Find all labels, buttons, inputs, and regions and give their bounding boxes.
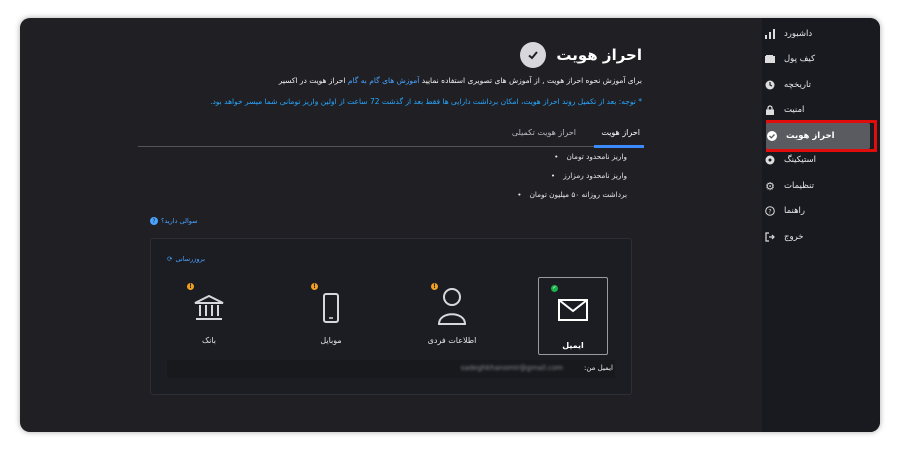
person-icon [437,288,467,325]
sidebar-item-verification[interactable]: احراز هویت [766,123,870,149]
check-circle-icon [766,130,778,142]
list-item: برداشت روزانه ۵۰ میلیون تومان [517,190,627,199]
my-email-label: ایمیل من: [583,364,613,372]
sidebar-item-security[interactable]: امنیت [764,99,872,121]
benefits-list: واریز نامحدود تومان واریز نامحدود رمزارز… [517,152,627,209]
sidebar-item-label: تنظیمات [784,181,814,191]
refresh-icon: ⟳ [167,255,173,263]
mobile-icon [323,293,339,323]
intro-prefix: برای آموزش نحوه احراز هویت , از آموزش ها… [421,76,642,85]
wallet-icon [764,53,776,65]
verified-check-icon: ✓ [551,285,558,292]
bar-chart-icon [764,28,776,40]
bank-tile[interactable]: ! بانک [175,277,243,353]
refresh-label: بروزرسانی [175,255,205,263]
sidebar-item-label: تاریخچه [784,80,811,90]
sidebar-item-label: داشبورد [784,29,813,39]
sidebar-item-label: راهنما [784,206,806,216]
sidebar-item-history[interactable]: تاریخچه [764,74,872,96]
my-email-row: ایمیل من: sadeghkhanomir@gmail.com [167,360,615,378]
question-icon: ? [150,217,158,225]
sidebar-item-staking[interactable]: استیکینگ [764,149,872,171]
verified-badge-icon [520,42,547,68]
faq-link[interactable]: ? سوالی دارید؟ [150,217,198,225]
gear-icon: ⚙ [765,179,775,193]
notice-text: * توجه: بعد از تکمیل روند احراز هویت، ام… [210,97,642,106]
logout-icon [764,231,776,243]
list-item: واریز نامحدود رمزارز [517,171,627,180]
tab-verification[interactable]: احراز هویت [601,128,640,137]
bank-label: بانک [201,336,217,345]
tutorial-link[interactable]: آموزش های گام به گام [348,76,420,85]
warning-icon: ! [311,283,318,290]
sidebar-item-label: احراز هویت [786,131,835,141]
active-tab-indicator [594,145,644,148]
main-content: احراز هویت برای آموزش نحوه احراز هویت , … [20,18,762,432]
refresh-button[interactable]: ⟳ بروزرسانی [167,255,205,263]
bank-icon [194,295,224,320]
app-window: احراز هویت برای آموزش نحوه احراز هویت , … [20,18,880,432]
sidebar-item-label: کیف پول [784,54,816,64]
personal-info-tile[interactable]: ! اطلاعات فردی [418,277,486,353]
sidebar-item-label: امنیت [784,105,805,115]
sidebar-item-label: خروج [784,232,804,242]
tab-advanced-verification[interactable]: احراز هویت تکمیلی [512,128,576,137]
sidebar-item-logout[interactable]: خروج [764,226,872,248]
sidebar-item-wallet[interactable]: کیف پول [764,48,872,70]
sidebar-item-settings[interactable]: ⚙ تنظیمات [764,175,872,197]
envelope-icon [558,299,588,321]
personal-info-label: اطلاعات فردی [427,336,477,345]
help-icon: ? [764,205,776,217]
clock-icon [764,79,776,91]
sidebar-item-help[interactable]: ? راهنما [764,200,872,222]
page-header: احراز هویت [520,42,642,68]
list-item: واریز نامحدود تومان [517,152,627,161]
intro-suffix: احراز هویت در اکسیر [278,76,346,85]
sidebar: داشبورد کیف پول تاریخچه امنیت احراز هویت… [762,18,880,432]
mobile-tile[interactable]: ! موبایل [297,277,365,353]
lock-icon [764,104,776,116]
email-tile-label: ایمیل [562,341,584,350]
my-email-value: sadeghkhanomir@gmail.com [460,364,563,372]
sidebar-item-dashboard[interactable]: داشبورد [764,23,872,45]
page-title: احراز هویت [556,46,642,64]
sidebar-item-label: استیکینگ [784,155,817,165]
svg-text:?: ? [768,208,771,215]
staking-icon [764,154,776,166]
faq-label: سوالی دارید؟ [161,217,198,225]
warning-icon: ! [187,283,194,290]
email-tile[interactable]: ✓ ایمیل [538,277,608,355]
verification-card: ⟳ بروزرسانی ✓ ایمیل ! اطلاعات فردی ! موب… [150,238,632,395]
mobile-label: موبایل [320,336,342,345]
intro-text: برای آموزش نحوه احراز هویت , از آموزش ها… [279,76,642,85]
tab-bar: احراز هویت احراز هویت تکمیلی [138,124,644,148]
